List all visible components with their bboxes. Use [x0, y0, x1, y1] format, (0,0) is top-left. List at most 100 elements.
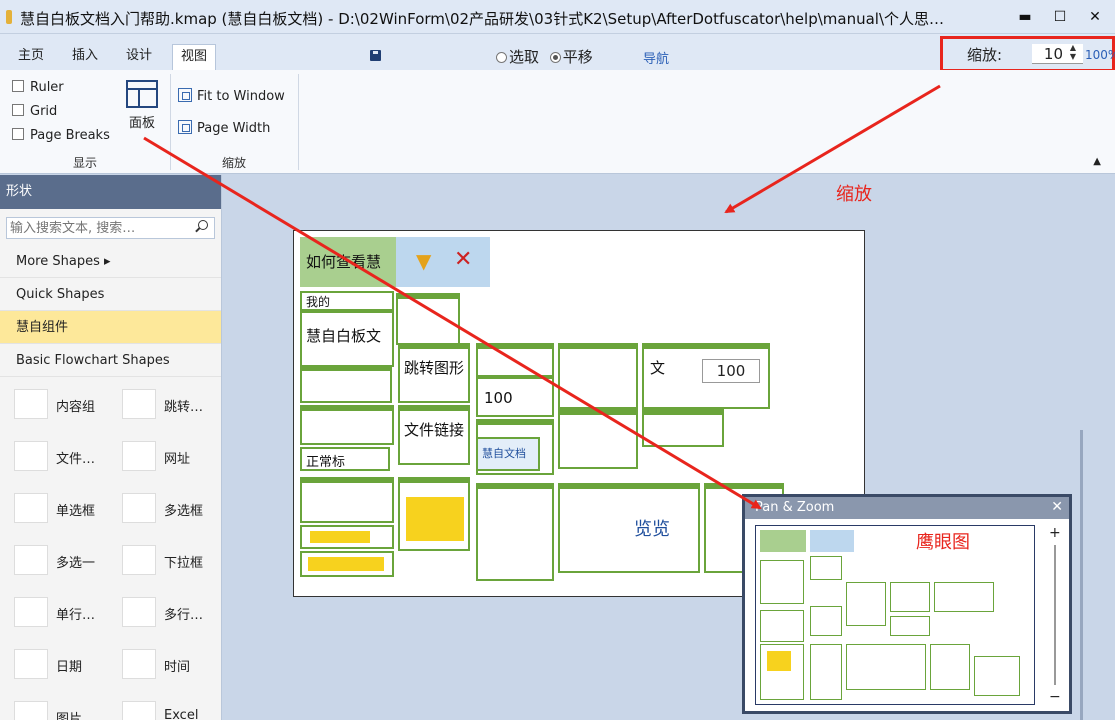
category-basic-flowchart[interactable]: Basic Flowchart Shapes	[0, 344, 221, 377]
shape-label: 内容组	[56, 400, 96, 415]
panel-button[interactable]: 面板	[120, 76, 164, 138]
canvas-node[interactable]	[398, 477, 470, 551]
fit-to-window-button[interactable]: Fit to Window	[178, 88, 285, 104]
slider-track[interactable]	[1054, 545, 1056, 685]
mini-node	[846, 644, 926, 690]
node-header	[302, 367, 390, 371]
shape-thumbnail	[14, 389, 48, 419]
shape-label: 单行…	[56, 608, 96, 623]
page-width-label: Page Width	[197, 121, 271, 136]
pan-zoom-close-button[interactable]: ✕	[1051, 499, 1063, 515]
canvas-node[interactable]	[300, 551, 394, 577]
category-more-shapes[interactable]: More Shapes ▸	[0, 245, 221, 278]
category-huizi-components[interactable]: 慧自组件	[0, 311, 221, 344]
mode-radio-group: 选取 平移	[496, 46, 599, 67]
zoom-spinner[interactable]: ▲ ▼	[1067, 43, 1079, 63]
shape-item[interactable]: 网址	[122, 437, 217, 477]
zoom-in-icon[interactable]: +	[1049, 525, 1061, 541]
canvas-node[interactable]: 览览	[558, 483, 700, 573]
shape-item[interactable]: 下拉框	[122, 541, 217, 581]
node-header	[302, 407, 392, 411]
shape-label: 跳转…	[164, 400, 204, 415]
canvas-node[interactable]: ▼ ✕	[396, 237, 490, 287]
mode-select-radio[interactable]: 选取	[496, 46, 539, 67]
zoom-label: 缩放:	[967, 46, 1003, 64]
yellow-block	[767, 651, 791, 671]
yellow-block	[406, 497, 464, 541]
pan-zoom-preview[interactable]: 鹰眼图	[755, 525, 1035, 705]
node-header	[706, 485, 782, 489]
minimize-button[interactable]: ▬	[1010, 6, 1040, 28]
tab-design[interactable]: 设计	[118, 44, 160, 70]
canvas-node[interactable]: 慧自白板文	[300, 311, 394, 367]
shape-item[interactable]: 多选一	[14, 541, 109, 581]
maximize-button[interactable]: ☐	[1045, 6, 1075, 28]
canvas-node[interactable]	[396, 293, 460, 345]
shape-item[interactable]: 日期	[14, 645, 109, 685]
close-button[interactable]: ✕	[1080, 6, 1110, 28]
checkbox-icon	[12, 104, 24, 116]
canvas-node[interactable]	[300, 525, 394, 549]
page-breaks-label: Page Breaks	[30, 128, 110, 143]
save-icon[interactable]	[370, 50, 381, 61]
radio-off-icon	[496, 52, 507, 63]
shape-label: 网址	[164, 452, 191, 467]
shape-thumbnail	[14, 649, 48, 679]
shape-search-input[interactable]	[7, 218, 187, 238]
tab-view[interactable]: 视图	[172, 44, 217, 70]
canvas-node[interactable]: 100	[476, 377, 554, 417]
collapse-ribbon-icon[interactable]: ▲	[1093, 156, 1101, 167]
shape-item[interactable]: 文件…	[14, 437, 109, 477]
canvas-node[interactable]: 文 100	[642, 343, 770, 409]
mini-node	[846, 582, 886, 626]
shape-item[interactable]: 跳转…	[122, 385, 217, 425]
canvas-node[interactable]	[476, 483, 554, 581]
mini-node	[930, 644, 970, 690]
canvas-node[interactable]	[300, 365, 392, 403]
vertical-scrollbar[interactable]	[1080, 430, 1083, 720]
shape-item[interactable]: 内容组	[14, 385, 109, 425]
shape-item[interactable]: Excel	[122, 697, 217, 720]
mini-node	[810, 606, 842, 636]
shape-item[interactable]: 多选框	[122, 489, 217, 529]
shape-thumbnail	[122, 545, 156, 575]
canvas-node[interactable]: 正常标	[300, 447, 390, 471]
ruler-checkbox[interactable]: Ruler	[12, 80, 64, 95]
shape-thumbnail	[122, 701, 156, 720]
pan-zoom-slider[interactable]: + −	[1045, 525, 1065, 705]
page-width-button[interactable]: Page Width	[178, 120, 270, 136]
canvas-node[interactable]: 慧自文档	[476, 437, 540, 471]
canvas-node[interactable]	[476, 343, 554, 377]
shape-item[interactable]: 单选框	[14, 489, 109, 529]
ribbon-panel: Ruler Grid Page Breaks 面板 显示 Fit to Wind…	[0, 70, 1115, 174]
grid-checkbox[interactable]: Grid	[12, 104, 57, 119]
shape-item[interactable]: 图片	[14, 697, 109, 720]
canvas-node[interactable]: 跳转图形	[398, 343, 470, 403]
shape-thumbnail	[14, 441, 48, 471]
title-bar: 慧自白板文档入门帮助.kmap (慧自白板文档) - D:\02WinForm\…	[0, 0, 1115, 34]
canvas-node[interactable]: 如何查看慧	[300, 237, 396, 287]
shape-thumbnail	[14, 701, 48, 720]
canvas-node[interactable]	[300, 405, 394, 445]
node-text: 正常标	[306, 455, 346, 470]
page-breaks-checkbox[interactable]: Page Breaks	[12, 128, 110, 143]
zoom-out-icon[interactable]: −	[1049, 689, 1061, 705]
canvas-node[interactable]: 文件链接	[398, 405, 470, 465]
shape-item[interactable]: 单行…	[14, 593, 109, 633]
mode-pan-radio[interactable]: 平移	[549, 46, 593, 67]
shape-item[interactable]: 时间	[122, 645, 217, 685]
category-quick-shapes[interactable]: Quick Shapes	[0, 278, 221, 311]
tab-insert[interactable]: 插入	[64, 44, 106, 70]
canvas-node[interactable]	[558, 343, 638, 409]
canvas-node[interactable]	[558, 409, 638, 469]
yellow-block	[310, 531, 370, 543]
canvas-node[interactable]	[642, 409, 724, 447]
nav-link[interactable]: 导航	[643, 48, 669, 67]
node-header	[398, 295, 458, 299]
canvas-node[interactable]	[300, 477, 394, 523]
tab-home[interactable]: 主页	[10, 44, 52, 70]
search-icon[interactable]	[198, 220, 208, 230]
node-spinner[interactable]: 100	[702, 359, 760, 383]
shape-item[interactable]: 多行…	[122, 593, 217, 633]
canvas-node[interactable]: 我的	[300, 291, 394, 311]
